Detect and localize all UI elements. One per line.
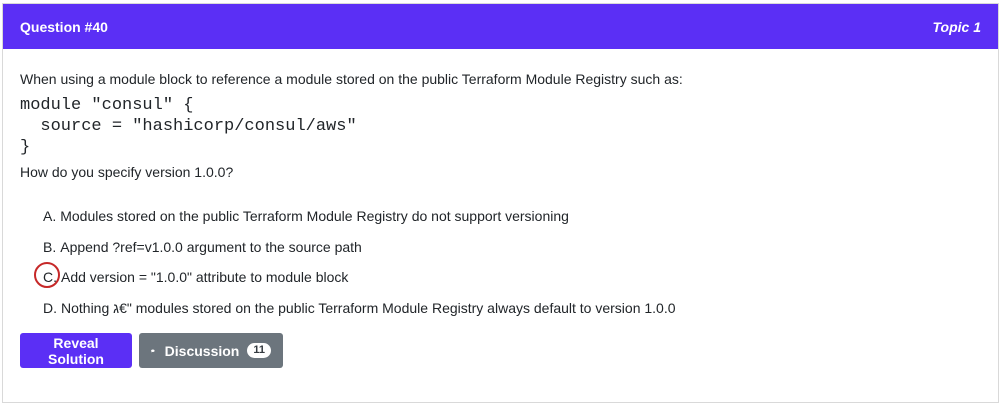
choice-text: Nothing ג€" modules stored on the public…	[61, 299, 676, 316]
choice-text: Modules stored on the public Terraform M…	[60, 208, 569, 224]
discussion-button[interactable]: Discussion 11	[139, 333, 283, 368]
choice-letter: A.	[43, 208, 57, 224]
comment-bubble-icon	[151, 349, 155, 352]
discussion-label: Discussion	[164, 342, 240, 359]
topic-label: Topic 1	[932, 18, 982, 35]
selection-circle-mark	[34, 262, 60, 288]
choice-d[interactable]: D. Nothing ג€" modules stored on the pub…	[43, 299, 981, 330]
question-number: Question #40	[20, 18, 108, 35]
card-body: When using a module block to reference a…	[3, 49, 998, 368]
action-bar: Reveal Solution Discussion 11	[20, 333, 981, 368]
choice-letter: D.	[43, 299, 57, 316]
choice-b[interactable]: B. Append ?ref=v1.0.0 argument to the so…	[43, 238, 981, 269]
choice-text: Append ?ref=v1.0.0 argument to the sourc…	[60, 238, 362, 255]
code-line: module "consul" {	[20, 96, 194, 115]
choice-a[interactable]: A. Modules stored on the public Terrafor…	[43, 207, 981, 238]
choice-letter: B.	[43, 238, 57, 255]
code-line: source = "hashicorp/consul/aws"	[20, 117, 357, 136]
reveal-solution-button[interactable]: Reveal Solution	[20, 333, 132, 368]
discussion-count-badge: 11	[247, 343, 271, 358]
choice-letter-marked: C.	[34, 262, 60, 288]
question-intro: When using a module block to reference a…	[20, 71, 683, 87]
choices-list: A. Modules stored on the public Terrafor…	[20, 207, 981, 329]
choice-c[interactable]: C. Add version = "1.0.0" attribute to mo…	[34, 262, 981, 299]
code-block: module "consul" { source = "hashicorp/co…	[20, 95, 981, 158]
question-ask: How do you specify version 1.0.0?	[20, 164, 234, 180]
code-line: }	[20, 138, 31, 157]
card-header: Question #40 Topic 1	[3, 4, 998, 49]
choice-text: Add version = "1.0.0" attribute to modul…	[61, 269, 349, 285]
question-card: Question #40 Topic 1 When using a module…	[2, 3, 999, 403]
